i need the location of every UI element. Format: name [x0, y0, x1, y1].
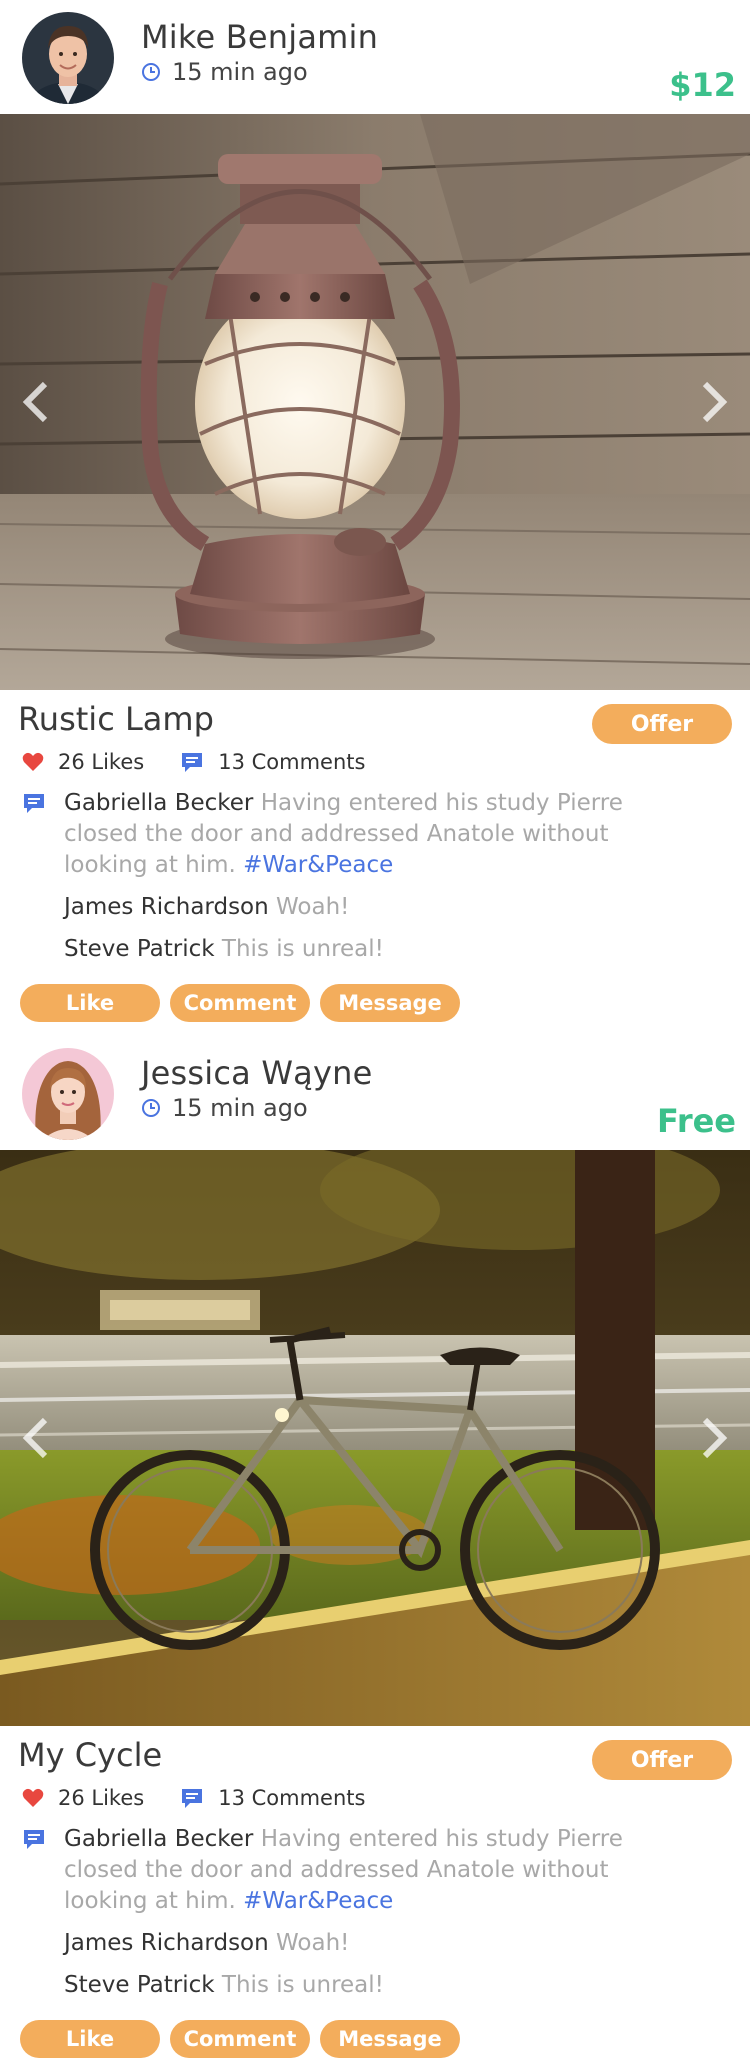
clock-icon — [142, 63, 160, 81]
comment-text: This is unreal! — [221, 1972, 384, 1998]
comment-text: This is unreal! — [221, 936, 384, 962]
chevron-left-icon[interactable] — [14, 1408, 58, 1468]
action-bar: Like Comment Message — [20, 984, 470, 1022]
post-card: Mike Benjamin 15 min ago $12 Rustic Lamp… — [0, 0, 750, 1036]
clock-icon — [142, 1099, 160, 1117]
post-header: Jessica Wąyne 15 min ago Free — [0, 1036, 750, 1150]
comment-button[interactable]: Comment — [170, 984, 310, 1022]
post-card: Jessica Wąyne 15 min ago Free My Cycle O… — [0, 1036, 750, 2072]
comment-text: Woah! — [276, 1930, 350, 1956]
comments-text: 13 Comments — [218, 750, 366, 774]
comments-count[interactable]: 13 Comments — [180, 750, 365, 774]
chevron-right-icon[interactable] — [692, 1408, 736, 1468]
likes-count[interactable]: 26 Likes — [22, 1786, 144, 1810]
chevron-left-icon[interactable] — [14, 372, 58, 432]
comments-count[interactable]: 13 Comments — [180, 1786, 365, 1810]
item-photo[interactable] — [0, 1150, 750, 1726]
commenter-name[interactable]: Steve Patrick — [64, 936, 215, 962]
heart-icon — [22, 752, 44, 771]
time-text: 15 min ago — [172, 58, 308, 86]
commenter-name[interactable]: James Richardson — [64, 1930, 269, 1956]
hashtag-link[interactable]: #War&Peace — [243, 852, 393, 878]
offer-button[interactable]: Offer — [592, 1740, 732, 1780]
commenter-name[interactable]: Gabriella Becker — [64, 1826, 253, 1852]
heart-icon — [22, 1788, 44, 1807]
comment-list: Gabriella Becker Having entered his stud… — [22, 788, 662, 965]
message-button[interactable]: Message — [320, 2020, 460, 2058]
comment-bubble-icon — [182, 1789, 203, 1808]
post-header: Mike Benjamin 15 min ago $12 — [0, 0, 750, 114]
likes-text: 26 Likes — [58, 750, 145, 774]
comment-bubble-icon — [182, 753, 203, 772]
item-title: Rustic Lamp — [18, 700, 214, 738]
time-text: 15 min ago — [172, 1094, 308, 1122]
timestamp: 15 min ago — [141, 1094, 308, 1122]
author-name[interactable]: Jessica Wąyne — [141, 1054, 373, 1092]
comment-item: Gabriella Becker Having entered his stud… — [22, 1824, 662, 1917]
comment-button[interactable]: Comment — [170, 2020, 310, 2058]
avatar[interactable] — [22, 12, 114, 104]
comment-item: James Richardson Woah! — [22, 892, 662, 923]
comment-bubble-icon — [24, 1830, 44, 1849]
comment-item: Steve Patrick This is unreal! — [22, 1970, 662, 2001]
action-bar: Like Comment Message — [20, 2020, 470, 2058]
post-stats: 26 Likes 13 Comments — [22, 1786, 365, 1810]
timestamp: 15 min ago — [141, 58, 308, 86]
comment-item: James Richardson Woah! — [22, 1928, 662, 1959]
like-button[interactable]: Like — [20, 2020, 160, 2058]
message-button[interactable]: Message — [320, 984, 460, 1022]
commenter-name[interactable]: Gabriella Becker — [64, 790, 253, 816]
comment-list: Gabriella Becker Having entered his stud… — [22, 1824, 662, 2001]
commenter-name[interactable]: James Richardson — [64, 894, 269, 920]
likes-text: 26 Likes — [58, 1786, 145, 1810]
like-button[interactable]: Like — [20, 984, 160, 1022]
comment-item: Gabriella Becker Having entered his stud… — [22, 788, 662, 881]
item-title: My Cycle — [18, 1736, 163, 1774]
comment-item: Steve Patrick This is unreal! — [22, 934, 662, 965]
author-name[interactable]: Mike Benjamin — [141, 18, 378, 56]
price-label: Free — [657, 1102, 736, 1140]
item-photo[interactable] — [0, 114, 750, 690]
offer-button[interactable]: Offer — [592, 704, 732, 744]
hashtag-link[interactable]: #War&Peace — [243, 1888, 393, 1914]
post-stats: 26 Likes 13 Comments — [22, 750, 365, 774]
commenter-name[interactable]: Steve Patrick — [64, 1972, 215, 1998]
chevron-right-icon[interactable] — [692, 372, 736, 432]
comments-text: 13 Comments — [218, 1786, 366, 1810]
likes-count[interactable]: 26 Likes — [22, 750, 144, 774]
comment-bubble-icon — [24, 794, 44, 813]
comment-text: Woah! — [276, 894, 350, 920]
price-label: $12 — [669, 66, 736, 104]
avatar[interactable] — [22, 1048, 114, 1140]
